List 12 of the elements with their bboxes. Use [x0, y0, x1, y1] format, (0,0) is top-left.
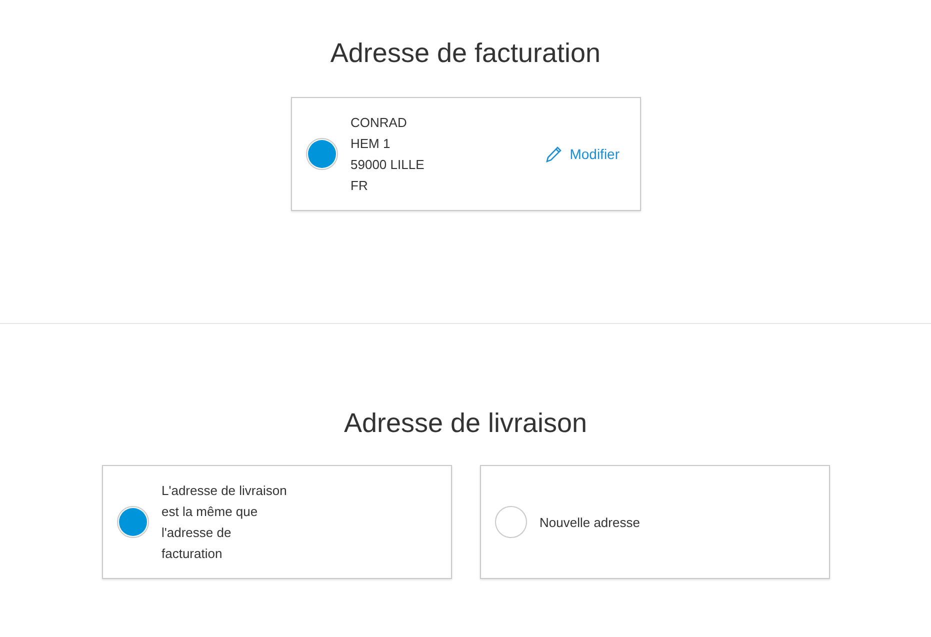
radio-button[interactable]	[116, 506, 148, 538]
shipping-option-card[interactable]: L'adresse de livraison est la même que l'adresse de facturation	[102, 465, 452, 579]
edit-link[interactable]: Modifier	[546, 144, 620, 164]
pencil-icon	[546, 146, 562, 162]
address-text: CONRAD HEM 1 59000 LILLE FR	[350, 114, 424, 195]
option-label: L'adresse de livraison est la même que l'adresse de facturation	[162, 482, 287, 563]
radio-button[interactable]	[306, 138, 338, 170]
section-title: Adresse de livraison	[344, 407, 588, 440]
option-label: Nouvelle adresse	[540, 514, 640, 532]
radio-button[interactable]	[494, 506, 526, 538]
section-title: Adresse de facturation	[330, 37, 601, 70]
shipping-option-card[interactable]: Nouvelle adresse	[480, 465, 830, 579]
